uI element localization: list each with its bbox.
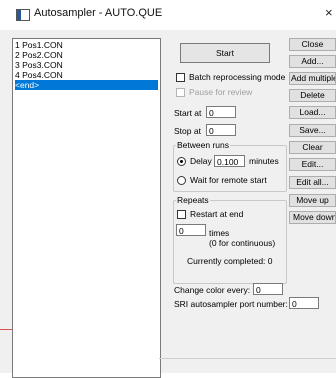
pause-for-review-checkbox[interactable] — [176, 88, 185, 97]
queue-listbox[interactable]: 1 Pos1.CON 2 Pos2.CON 3 Pos3.CON 4 Pos4.… — [12, 38, 161, 378]
pause-for-review-label: Pause for review — [189, 87, 253, 97]
add-button[interactable]: Add... — [289, 55, 336, 68]
load-button[interactable]: Load... — [289, 106, 336, 119]
delay-label: Delay — [190, 156, 212, 166]
currently-completed-label: Currently completed: 0 — [187, 256, 273, 266]
minutes-label: minutes — [249, 156, 279, 166]
repeat-times-input[interactable]: 0 — [176, 224, 206, 236]
queue-item[interactable]: 1 Pos1.CON — [15, 40, 158, 50]
sri-port-label: SRI autosampler port number: — [174, 299, 288, 309]
stop-at-input[interactable]: 0 — [206, 124, 236, 136]
start-button[interactable]: Start — [180, 43, 270, 63]
move-up-button[interactable]: Move up — [289, 194, 336, 207]
move-down-button[interactable]: Move down — [289, 211, 336, 224]
change-color-label: Change color every: — [174, 285, 251, 295]
save-button[interactable]: Save... — [289, 124, 336, 137]
restart-at-end-label: Restart at end — [190, 209, 244, 219]
queue-item[interactable]: 2 Pos2.CON — [15, 50, 158, 60]
queue-item[interactable]: 3 Pos3.CON — [15, 60, 158, 70]
bottom-divider — [159, 358, 336, 359]
wait-remote-start-label: Wait for remote start — [190, 175, 267, 185]
app-window-icon — [16, 9, 30, 21]
batch-reprocessing-label: Batch reprocessing mode — [189, 72, 286, 82]
edit-button[interactable]: Edit... — [289, 158, 336, 171]
edit-all-button[interactable]: Edit all... — [289, 176, 336, 189]
stop-at-label: Stop at — [174, 126, 201, 136]
window-title: Autosampler - AUTO.QUE — [34, 7, 163, 19]
change-color-input[interactable]: 0 — [253, 283, 283, 295]
start-at-input[interactable]: 0 — [206, 106, 236, 118]
sri-port-input[interactable]: 0 — [289, 297, 319, 309]
queue-item-end-selected[interactable]: <end> — [15, 80, 158, 90]
add-multiple-button[interactable]: Add multiple — [289, 72, 336, 85]
close-button[interactable]: Close — [289, 38, 336, 51]
autosampler-window: Autosampler - AUTO.QUE × 1 Pos1.CON 2 Po… — [0, 0, 336, 378]
start-at-label: Start at — [174, 108, 202, 118]
close-window-icon[interactable]: × — [325, 5, 333, 20]
delay-input[interactable]: 0.100 — [214, 155, 245, 167]
batch-reprocessing-checkbox[interactable] — [176, 73, 185, 82]
delete-button[interactable]: Delete — [289, 89, 336, 102]
queue-item[interactable]: 4 Pos4.CON — [15, 70, 158, 80]
wait-remote-start-radio[interactable] — [177, 176, 186, 185]
edge-accent-line — [0, 329, 12, 330]
times-label: times — [209, 228, 230, 238]
delay-radio[interactable] — [177, 157, 186, 166]
restart-at-end-checkbox[interactable] — [177, 210, 186, 219]
between-runs-title: Between runs — [176, 140, 230, 150]
zero-for-continuous-label: (0 for continuous) — [209, 238, 276, 248]
repeats-title: Repeats — [176, 195, 210, 205]
title-bar: Autosampler - AUTO.QUE × — [0, 0, 336, 30]
clear-button[interactable]: Clear — [289, 141, 336, 154]
